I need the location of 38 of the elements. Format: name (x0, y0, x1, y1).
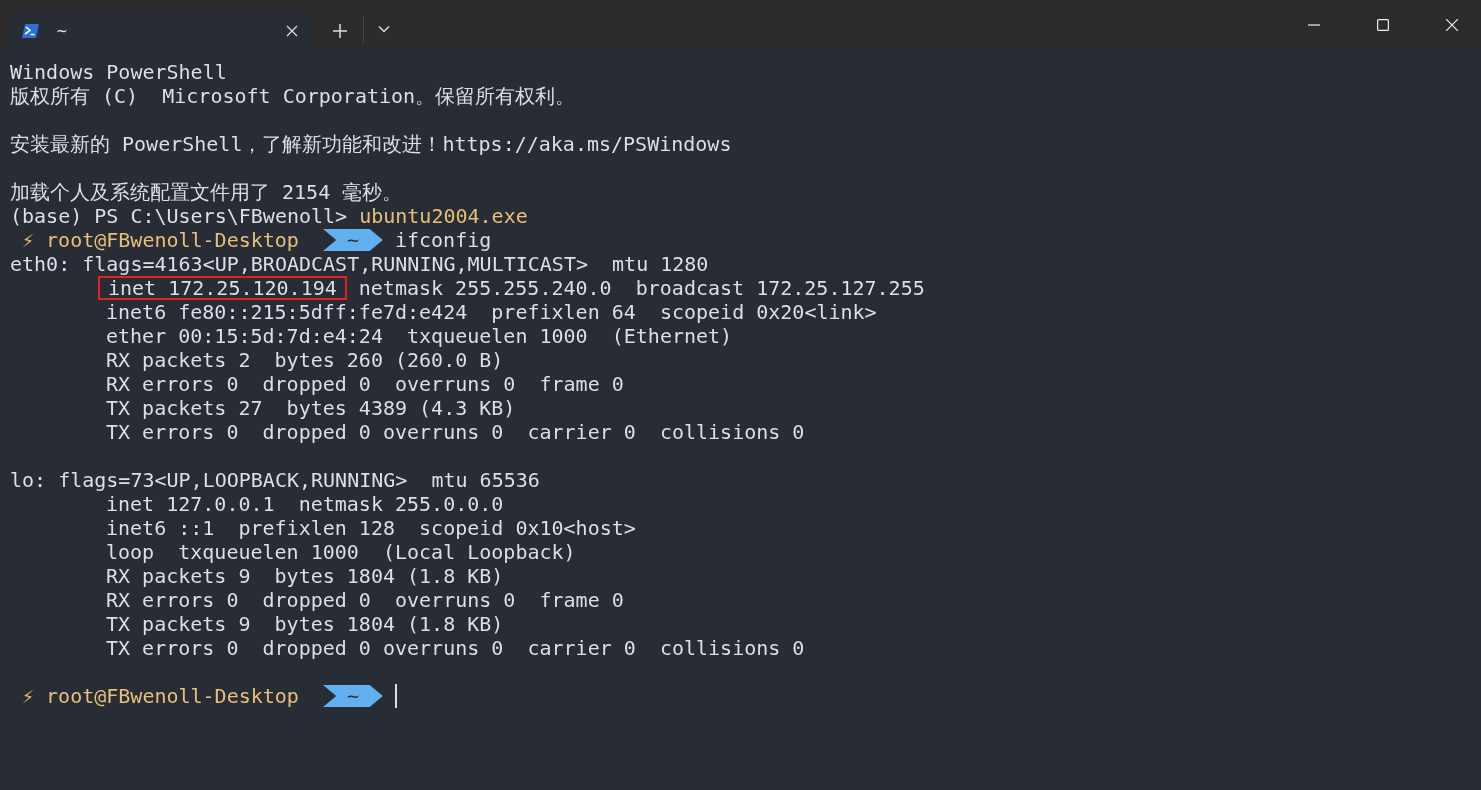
terminal-output-line: loop txqueuelen 1000 (Local Loopback) (106, 540, 576, 564)
terminal-output-line: eth0: flags=4163<UP,BROADCAST,RUNNING,MULTICAST> mtu 1280 (10, 252, 709, 276)
terminal-output-line: RX errors 0 dropped 0 overruns 0 frame 0 (106, 588, 624, 612)
lightning-symbol: ⚡ (22, 684, 35, 708)
terminal-output-line: lo: flags=73<UP,LOOPBACK,RUNNING> mtu 65536 (10, 468, 540, 492)
close-icon[interactable] (1446, 19, 1458, 31)
terminal-output-line: inet6 ::1 prefixlen 128 scopeid 0x10<host> (106, 516, 636, 540)
terminal-output-line: inet 127.0.0.1 netmask 255.0.0.0 (106, 492, 504, 516)
lightning-symbol: ⚡ (22, 228, 35, 252)
terminal-output-line: 版权所有 (C) Microsoft Corporation。保留所有权利。 (10, 84, 576, 108)
maximize-icon[interactable] (1377, 19, 1389, 31)
terminal-output-line: 安装最新的 PowerShell，了解新功能和改进！https://aka.ms/PSWindows (10, 132, 732, 156)
dropdown-icon[interactable] (378, 25, 390, 33)
terminal-tab[interactable]: ~ (10, 11, 310, 50)
prompt-text: (base) PS C:\Users\FBwenoll> (10, 204, 348, 228)
terminal-output-line: inet6 fe80::215:5dff:fe7d:e424 prefixlen 64 scopeid 0x20<link> (106, 300, 877, 324)
directory-segment: ~ (322, 229, 383, 251)
terminal-output-line: RX packets 9 bytes 1804 (1.8 KB) (106, 564, 504, 588)
terminal-output-line: netmask 255.255.240.0 broadcast 172.25.127.255 (358, 276, 925, 300)
terminal-output-line: 加载个人及系统配置文件用了 2154 毫秒。 (10, 180, 403, 204)
tab-title: ~ (56, 22, 69, 39)
new-tab-icon[interactable] (333, 24, 347, 38)
prompt-user: root@FBwenoll-Desktop (46, 228, 299, 252)
terminal-output-line: Windows PowerShell (10, 60, 227, 84)
terminal-output-line: TX errors 0 dropped 0 overruns 0 carrier 0 collisions 0 (106, 420, 805, 444)
close-icon[interactable] (286, 24, 298, 37)
terminal-output-line: ether 00:15:5d:7d:e4:24 txqueuelen 1000 (Ethernet) (106, 324, 733, 348)
terminal-output-line: TX packets 9 bytes 1804 (1.8 KB) (106, 612, 504, 636)
prompt-user: root@FBwenoll-Desktop (46, 684, 299, 708)
command-text: ifconfig (394, 228, 492, 252)
terminal-output-line: TX errors 0 dropped 0 overruns 0 carrier 0 collisions 0 (106, 636, 805, 660)
directory-segment: ~ (322, 685, 383, 707)
command-text: ubuntu2004.exe (359, 204, 528, 228)
terminal-output-line: RX errors 0 dropped 0 overruns 0 frame 0 (106, 372, 624, 396)
highlighted-text: inet 172.25.120.194 (98, 276, 347, 300)
terminal-output-line: RX packets 2 bytes 260 (260.0 B) (106, 348, 504, 372)
powershell-icon (22, 22, 40, 39)
terminal-output-line: TX packets 27 bytes 4389 (4.3 KB) (106, 396, 516, 420)
